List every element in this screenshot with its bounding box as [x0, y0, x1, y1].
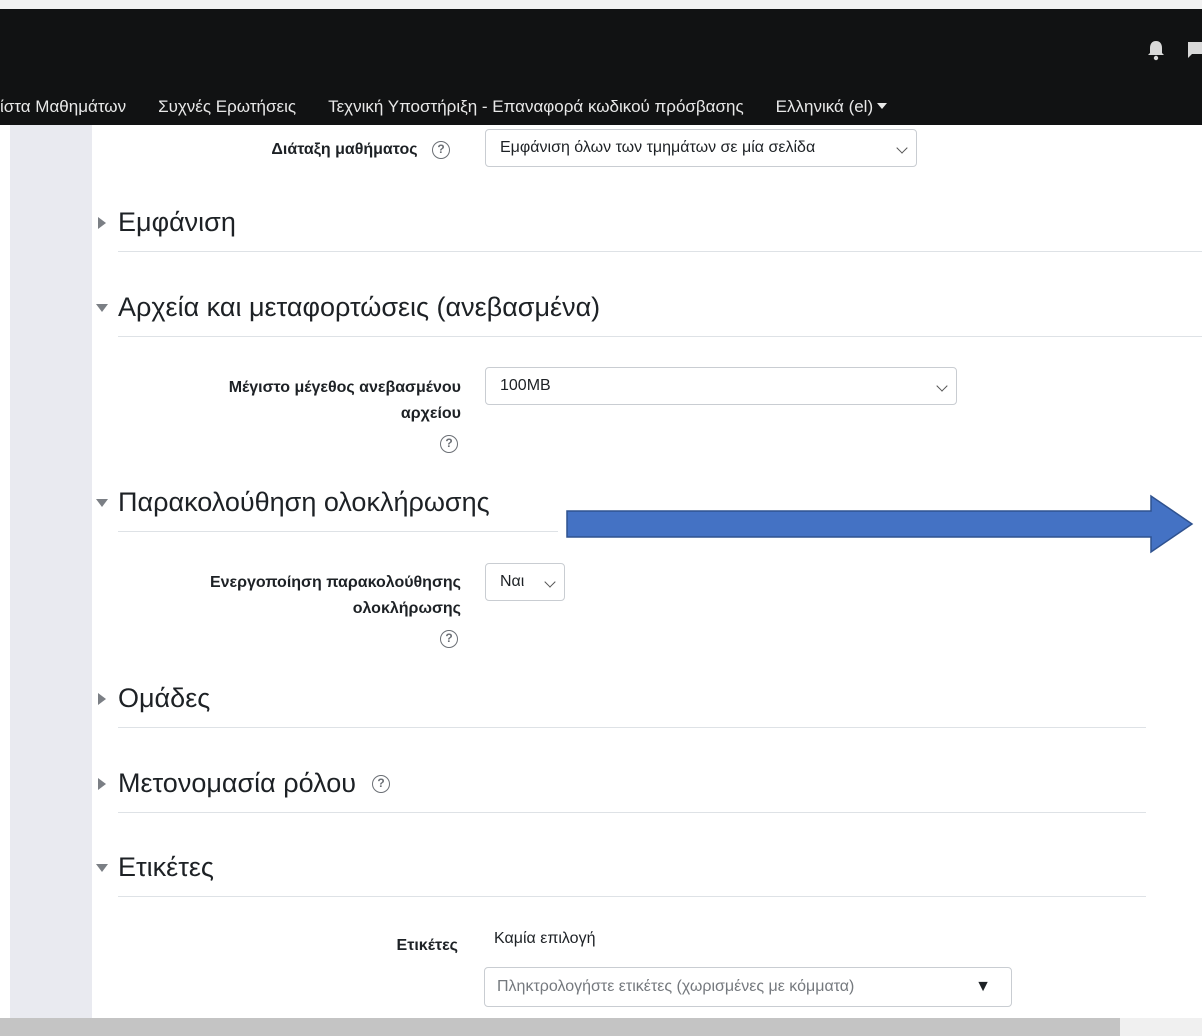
section-completion-title: Παρακολούθηση ολοκλήρωσης — [118, 487, 490, 517]
language-menu[interactable]: Ελληνικά (el) — [775, 97, 888, 117]
top-navbar: ίστα Μαθημάτων Συχνές Ερωτήσεις Τεχνική … — [0, 0, 1202, 125]
left-edge — [0, 125, 10, 1036]
enable-completion-label-line2: ολοκλήρωσης — [352, 600, 461, 617]
section-role-renaming[interactable]: Μετονομασία ρόλου ? — [96, 768, 391, 799]
max-upload-size-value: 100MB — [500, 377, 551, 394]
chevron-down-icon — [936, 380, 948, 392]
caret-down-icon — [877, 102, 888, 109]
expanded-arrow-icon — [96, 303, 108, 312]
enable-completion-value: Ναι — [500, 573, 525, 590]
section-groups[interactable]: Ομάδες — [96, 683, 210, 714]
tags-input[interactable]: Πληκτρολογήστε ετικέτες (χωρισμένες με κ… — [484, 967, 1012, 1007]
collapsed-arrow-icon — [98, 777, 106, 790]
section-files-title: Αρχεία και μεταφορτώσεις (ανεβασμένα) — [118, 292, 601, 322]
max-upload-size-label-line2: αρχείου — [400, 405, 461, 422]
max-upload-size-label-line1: Μέγιστο μέγεθος ανεβασμένου — [228, 379, 461, 396]
section-appearance[interactable]: Εμφάνιση — [96, 207, 236, 238]
language-menu-label: Ελληνικά (el) — [775, 97, 874, 116]
section-groups-title: Ομάδες — [118, 683, 211, 713]
course-layout-label: Διάταξη μαθήματος — [271, 141, 418, 158]
nav-item-faq[interactable]: Συχνές Ερωτήσεις — [158, 97, 296, 117]
help-icon[interactable]: ? — [440, 434, 458, 453]
divider — [118, 336, 1202, 337]
divider — [118, 896, 1146, 897]
tags-input-placeholder: Πληκτρολογήστε ετικέτες (χωρισμένες με κ… — [497, 978, 855, 995]
course-layout-value: Εμφάνιση όλων των τμημάτων σε μία σελίδα — [500, 139, 816, 156]
divider — [118, 812, 1146, 813]
scrollbar-corner — [1120, 1018, 1202, 1036]
dropdown-arrow-icon[interactable]: ▼ — [975, 968, 991, 1006]
tags-selected-none: Καμία επιλογή — [494, 930, 596, 947]
messages-icon[interactable] — [1186, 39, 1202, 61]
course-layout-select[interactable]: Εμφάνιση όλων των τμημάτων σε μία σελίδα — [485, 129, 917, 167]
expanded-arrow-icon — [96, 863, 108, 872]
tags-label: Ετικέτες — [396, 937, 458, 954]
primary-navigation: ίστα Μαθημάτων Συχνές Ερωτήσεις Τεχνική … — [0, 94, 919, 120]
section-files[interactable]: Αρχεία και μεταφορτώσεις (ανεβασμένα) — [96, 292, 600, 323]
expanded-arrow-icon — [96, 498, 108, 507]
collapsed-arrow-icon — [98, 216, 106, 229]
help-icon[interactable]: ? — [432, 140, 450, 159]
course-layout-label-wrap: Διάταξη μαθήματος ? — [271, 138, 450, 161]
navbar-icons — [1146, 35, 1202, 65]
bell-icon[interactable] — [1146, 39, 1166, 61]
section-role-renaming-title: Μετονομασία ρόλου — [118, 768, 357, 798]
sidebar-gutter — [10, 125, 92, 1036]
enable-completion-label-line1: Ενεργοποίηση παρακολούθησης — [209, 574, 461, 591]
section-completion-tracking[interactable]: Παρακολούθηση ολοκλήρωσης — [96, 487, 490, 518]
collapsed-arrow-icon — [98, 692, 106, 705]
max-upload-size-label: Μέγιστο μέγεθος ανεβασμένου αρχείου ? — [141, 376, 461, 455]
divider — [118, 531, 558, 532]
divider — [118, 251, 1202, 252]
chevron-down-icon — [544, 576, 556, 588]
section-tags[interactable]: Ετικέτες — [96, 852, 214, 883]
section-appearance-title: Εμφάνιση — [118, 207, 236, 237]
max-upload-size-select[interactable]: 100MB — [485, 367, 957, 405]
horizontal-scrollbar[interactable] — [0, 1018, 1120, 1036]
enable-completion-label: Ενεργοποίηση παρακολούθησης ολοκλήρωσης … — [141, 571, 461, 650]
divider — [118, 727, 1146, 728]
enable-completion-select[interactable]: Ναι — [485, 563, 565, 601]
chevron-down-icon — [896, 142, 908, 154]
annotation-arrow-icon — [566, 494, 1194, 554]
nav-item-tech-support[interactable]: Τεχνική Υποστήριξη - Επαναφορά κωδικού π… — [328, 97, 744, 117]
help-icon[interactable]: ? — [440, 629, 458, 648]
nav-item-course-list[interactable]: ίστα Μαθημάτων — [0, 97, 126, 117]
section-tags-title: Ετικέτες — [118, 852, 214, 882]
help-icon[interactable]: ? — [372, 774, 391, 793]
